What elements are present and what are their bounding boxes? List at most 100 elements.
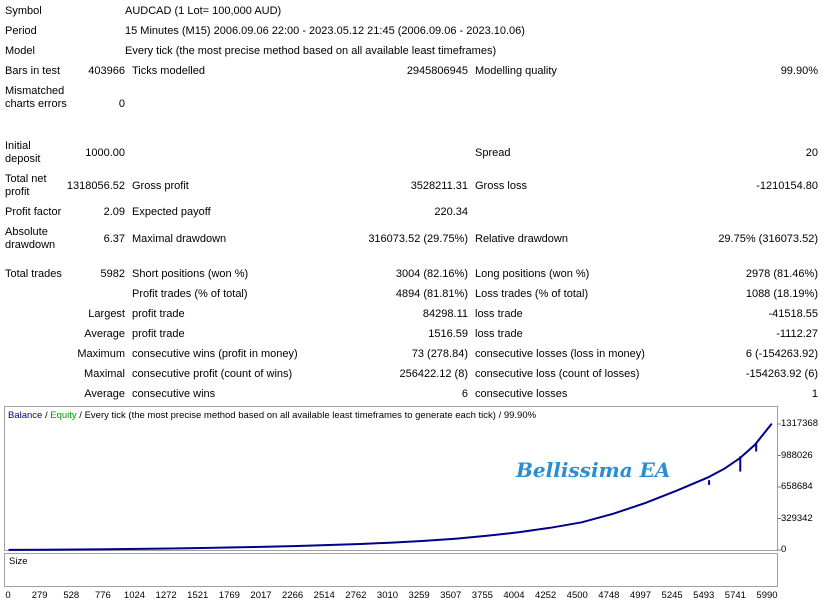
largest-profit-label: profit trade: [132, 308, 185, 320]
x-tick-label: 5245: [661, 590, 683, 601]
grossprofit-value: 3528211.31: [410, 180, 468, 192]
x-tick-label: 3507: [440, 590, 462, 601]
mismatch-label: Mismatched charts errors: [5, 85, 67, 110]
bars-label: Bars in test: [5, 65, 61, 77]
largest-loss-value: -41518.55: [768, 308, 818, 320]
max-wins-value: 73 (278.84): [411, 348, 468, 360]
avg-wins-label: consecutive wins: [132, 388, 216, 400]
grossprofit-label: Gross profit: [132, 180, 189, 192]
quality-value: 99.90%: [780, 65, 818, 77]
payoff-label: Expected payoff: [132, 206, 211, 218]
x-tick-label: 4997: [629, 590, 652, 601]
long-label: Long positions (won %): [475, 268, 590, 280]
x-tick-label: 5741: [724, 590, 746, 601]
maximal-label: Maximal: [84, 368, 125, 380]
legend-balance: Balance: [8, 410, 43, 421]
y-tick-label: 658684: [781, 481, 813, 492]
chart-legend: Balance / Equity / Every tick (the most …: [8, 410, 536, 421]
x-tick-label: 2266: [282, 590, 304, 601]
reldd-value: 29.75% (316073.52): [718, 233, 818, 245]
maximal-loss-value: -154263.92 (6): [745, 368, 818, 380]
losstr-value: 1088 (18.19%): [745, 288, 818, 300]
ticks-label: Ticks modelled: [132, 65, 205, 77]
x-tick-label: 2017: [250, 590, 272, 601]
average-loss-value: -1112.27: [776, 328, 818, 340]
symbol-label: Symbol: [5, 5, 42, 17]
bars-value: 403966: [88, 65, 125, 77]
x-tick-label: 4004: [503, 590, 525, 601]
period-label: Period: [5, 25, 37, 37]
largest-label: Largest: [88, 308, 125, 320]
maxdd-label: Maximal drawdown: [132, 233, 227, 245]
y-tick-label: 329342: [781, 512, 813, 524]
x-tick-label: 3010: [376, 590, 399, 601]
period-value: 15 Minutes (M15) 2006.09.06 22:00 - 2023…: [125, 25, 525, 37]
largest-loss-label: loss trade: [475, 308, 523, 320]
trades-label: Total trades: [5, 268, 62, 280]
x-tick-label: 279: [31, 590, 48, 601]
spread-label: Spread: [475, 147, 511, 159]
maximal-loss-label: consecutive loss (count of losses): [475, 368, 640, 380]
average-profit-value: 1516.59: [428, 328, 468, 340]
losstr-label: Loss trades (% of total): [475, 288, 589, 300]
maximal-profit-label: consecutive profit (count of wins): [132, 368, 293, 380]
x-tick-label: 1769: [218, 590, 240, 601]
y-tick-label: 988026: [781, 449, 813, 461]
x-tick-label: 1521: [187, 590, 209, 601]
x-tick-label: 4252: [535, 590, 557, 601]
deposit-value: 1000.00: [85, 147, 125, 159]
netprofit-value: 1318056.52: [66, 180, 125, 192]
x-tick-label: 5990: [756, 590, 778, 601]
maximum-label: Maximum: [77, 348, 125, 360]
x-tick-label: 4748: [598, 590, 620, 601]
avg-losses-label: consecutive losses: [475, 388, 568, 400]
x-tick-label: 3755: [471, 590, 493, 601]
x-tick-label: 1272: [155, 590, 177, 601]
x-tick-label: 776: [94, 590, 111, 601]
legend-equity: Equity: [50, 410, 77, 421]
maximal-profit-value: 256422.12 (8): [399, 368, 469, 380]
netprofit-label: Total net profit: [5, 173, 47, 198]
ticks-value: 2945806945: [406, 65, 468, 77]
symbol-value: AUDCAD (1 Lot= 100,000 AUD): [125, 5, 282, 17]
x-tick-label: 528: [63, 590, 80, 601]
average-loss-label: loss trade: [475, 328, 523, 340]
max-wins-label: consecutive wins (profit in money): [132, 348, 298, 360]
legend-description: / Every tick (the most precise method ba…: [76, 410, 537, 421]
largest-profit-value: 84298.11: [422, 308, 468, 320]
avg-wins-value: 6: [461, 388, 468, 400]
absdd-value: 6.37: [103, 233, 125, 245]
maxdd-value: 316073.52 (29.75%): [368, 233, 468, 245]
volume-label: Size: [9, 556, 28, 567]
max-losses-value: 6 (-154263.92): [745, 348, 818, 360]
deposit-label: Initial deposit: [5, 140, 41, 165]
avgcons-label: Average: [84, 388, 125, 400]
x-tick-label: 0: [5, 590, 11, 601]
ea-watermark: Bellissima EA: [516, 458, 671, 482]
profittr-value: 4894 (81.81%): [395, 288, 468, 300]
quality-label: Modelling quality: [475, 65, 557, 77]
x-tick-label: 2762: [345, 590, 367, 601]
reldd-label: Relative drawdown: [475, 233, 568, 245]
spread-value: 20: [805, 147, 818, 159]
y-tick-label: 1317368: [781, 418, 818, 429]
x-tick-label: 1024: [123, 590, 146, 601]
pf-value: 2.09: [103, 206, 125, 218]
max-losses-label: consecutive losses (loss in money): [475, 348, 645, 360]
x-tick-label: 3259: [408, 590, 430, 601]
y-tick-label: 0: [781, 544, 787, 555]
long-value: 2978 (81.46%): [745, 268, 818, 280]
trades-value: 5982: [100, 268, 125, 280]
grossloss-label: Gross loss: [475, 180, 527, 192]
model-label: Model: [5, 45, 35, 57]
model-value: Every tick (the most precise method base…: [125, 45, 497, 57]
grossloss-value: -1210154.80: [756, 180, 818, 192]
volume-panel: [4, 553, 778, 587]
average-label: Average: [84, 328, 125, 340]
payoff-value: 220.34: [434, 206, 468, 218]
x-tick-label: 5493: [693, 590, 715, 601]
x-tick-label: 2514: [313, 590, 335, 601]
mismatch-value: 0: [118, 98, 125, 110]
pf-label: Profit factor: [5, 206, 62, 218]
x-tick-label: 4500: [566, 590, 588, 601]
